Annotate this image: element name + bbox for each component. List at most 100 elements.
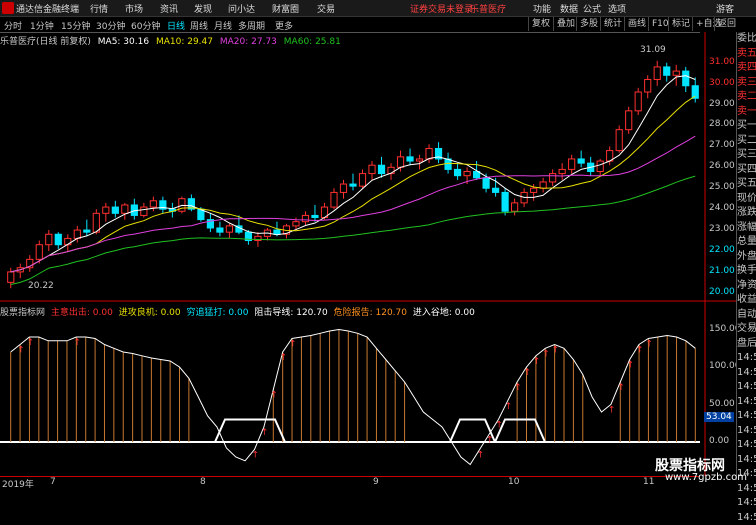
price-chart[interactable]: ↑↑↑↑↑↑↑↑↑↑↑↑↑↑↑↑↑↑↑↑↑↑ <box>0 32 736 476</box>
side-panel-label: 自动 <box>737 308 756 323</box>
side-panel-label: 盘后 <box>737 337 756 352</box>
candle-body <box>141 207 147 215</box>
candle-body <box>502 192 508 211</box>
candle-body <box>407 157 413 161</box>
candle-body <box>531 188 537 192</box>
mark-button[interactable]: 标记 <box>668 17 693 31</box>
up-arrow-icon: ↑ <box>17 346 25 356</box>
tab-weekly[interactable]: 周线 <box>190 19 208 32</box>
price-axis-tick: 26.00 <box>709 161 735 171</box>
multi-stock-button[interactable]: 多股 <box>576 17 601 31</box>
overlay-button[interactable]: 叠加 <box>553 17 578 31</box>
tab-multi-period[interactable]: 多周期 <box>238 19 265 32</box>
ma60-line <box>11 176 695 284</box>
menu-quotes[interactable]: 行情 <box>90 2 108 15</box>
date-label-oct: 10 <box>508 477 519 487</box>
up-arrow-icon: ↑ <box>645 340 653 350</box>
indicator-attack: 主意出击: 0.00 <box>51 308 113 318</box>
menu-function[interactable]: 功能 <box>533 2 551 15</box>
up-arrow-icon: ↑ <box>261 428 269 438</box>
candle-body <box>597 161 603 171</box>
candle-body <box>112 207 118 213</box>
candle-body <box>569 159 575 169</box>
candle-body <box>578 159 584 163</box>
candle-body <box>302 215 308 221</box>
tab-1min[interactable]: 1分钟 <box>30 19 54 32</box>
stats-button[interactable]: 统计 <box>600 17 625 31</box>
side-panel-label: 买三 <box>737 148 756 163</box>
restore-rights-button[interactable]: 复权 <box>528 17 553 31</box>
menu-formula[interactable]: 公式 <box>583 2 601 15</box>
indicator-axis-tick: 0.00 <box>709 436 729 446</box>
stock-name-link[interactable]: 乐普医疗 <box>470 2 506 15</box>
menu-data[interactable]: 数据 <box>560 2 578 15</box>
indicator-legend: 股票指标网 主意出击: 0.00 进攻良机: 0.00 穷追猛打: 0.00 阻… <box>0 305 475 318</box>
candle-body <box>512 203 518 211</box>
candle-body <box>84 230 90 232</box>
candle-body <box>416 159 422 161</box>
tab-30min[interactable]: 30分钟 <box>96 19 125 32</box>
login-notice[interactable]: 证券交易未登录 <box>410 2 473 15</box>
candle-body <box>464 172 470 176</box>
price-axis-tick: 30.00 <box>709 78 735 88</box>
valley-zone <box>495 420 545 443</box>
indicator-title: 股票指标网 <box>0 308 45 318</box>
tab-monthly[interactable]: 月线 <box>214 19 232 32</box>
candle-body <box>483 178 489 188</box>
menu-wealth[interactable]: 财富圈 <box>272 2 299 15</box>
indicator-axis-tick: 50.00 <box>709 399 735 409</box>
side-panel-label: 买二 <box>737 134 756 149</box>
candle-body <box>331 192 337 207</box>
candle-body <box>635 92 641 111</box>
side-panel-label: 总量 <box>737 235 756 250</box>
candle-body <box>550 174 556 182</box>
indicator-pursuit: 穷追猛打: 0.00 <box>187 308 249 318</box>
up-arrow-icon: ↑ <box>533 357 541 367</box>
up-arrow-icon: ↑ <box>73 338 81 348</box>
candle-body <box>312 215 318 217</box>
menu-news[interactable]: 资讯 <box>160 2 178 15</box>
side-panel-label: 14:56 <box>737 395 756 410</box>
side-panel-label: 14:56 <box>737 380 756 395</box>
menu-options[interactable]: 选项 <box>608 2 626 15</box>
up-arrow-icon: ↑ <box>552 346 560 356</box>
menu-wenxiaoda[interactable]: 问小达 <box>228 2 255 15</box>
menu-trade[interactable]: 交易 <box>317 2 335 15</box>
side-panel-label: 收益 <box>737 293 756 308</box>
candle-body <box>673 71 679 75</box>
up-arrow-icon: ↑ <box>280 353 288 363</box>
candle-body <box>559 169 565 173</box>
guest-label[interactable]: 游客 <box>716 2 734 15</box>
candle-body <box>340 184 346 192</box>
price-axis-tick: 21.00 <box>709 266 735 276</box>
side-panel-label: 卖一 <box>737 105 756 120</box>
candle-body <box>493 188 499 192</box>
tab-daily[interactable]: 日线 <box>167 19 185 32</box>
up-arrow-icon: ↑ <box>636 346 644 356</box>
back-button[interactable]: 返回 <box>714 17 739 31</box>
candle-body <box>93 213 99 232</box>
tab-60min[interactable]: 60分钟 <box>131 19 160 32</box>
candle-body <box>454 169 460 175</box>
menu-discover[interactable]: 发现 <box>194 2 212 15</box>
price-axis-tick: 20.00 <box>709 287 735 297</box>
side-panel-label: 卖五 <box>737 47 756 62</box>
menu-market[interactable]: 市场 <box>125 2 143 15</box>
indicator-danger: 危险报告: 120.70 <box>334 308 407 318</box>
candle-body <box>150 201 156 207</box>
low-annotation: 20.22 <box>28 281 54 291</box>
indicator-valley: 进入谷地: 0.00 <box>413 308 475 318</box>
date-label-sep: 9 <box>373 477 379 487</box>
draw-line-button[interactable]: 画线 <box>624 17 649 31</box>
side-panel-label: 14:56 <box>737 438 756 453</box>
side-panel-label: 14:56 <box>737 453 756 468</box>
side-panel-label: 14:57 <box>737 482 756 497</box>
tab-intraday[interactable]: 分时 <box>4 19 22 32</box>
side-panel-label: 换手 <box>737 264 756 279</box>
tab-more[interactable]: 更多 <box>275 19 293 32</box>
tab-15min[interactable]: 15分钟 <box>61 19 90 32</box>
candle-body <box>36 245 42 260</box>
price-axis-tick: 29.00 <box>709 99 735 109</box>
candle-body <box>359 174 365 187</box>
side-panel-label: 涨跌 <box>737 206 756 221</box>
